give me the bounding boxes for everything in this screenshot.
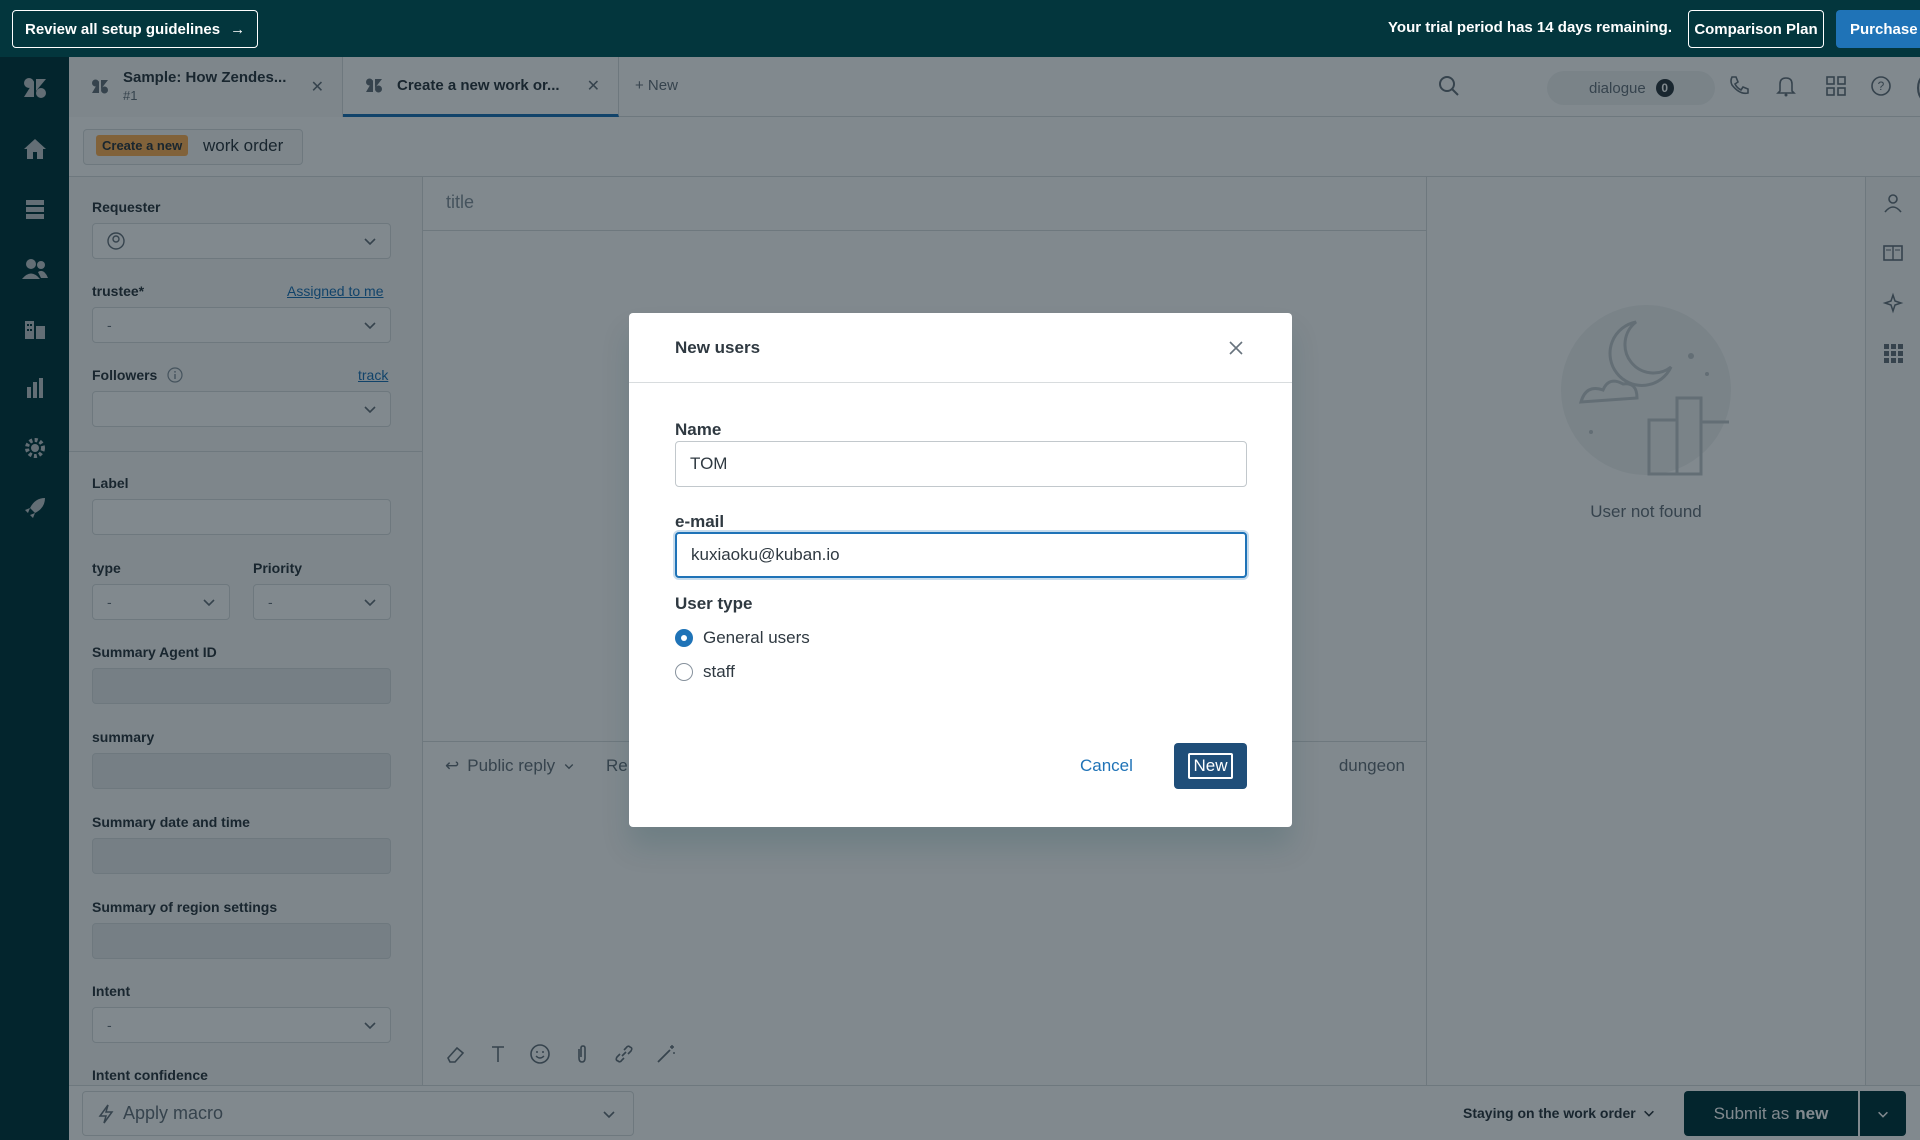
purchase-button[interactable]: Purchase: [1836, 10, 1920, 48]
review-guidelines-button[interactable]: Review all setup guidelines →: [12, 10, 259, 48]
dialog-header: New users: [629, 313, 1292, 383]
comparison-plan-button[interactable]: Comparison Plan: [1688, 10, 1824, 48]
new-user-dialog: New users Name e-mail User type General …: [629, 313, 1292, 827]
trial-banner: Review all setup guidelines → Your trial…: [0, 0, 1920, 57]
radio-checked-icon[interactable]: [675, 629, 693, 647]
trial-remaining-text: Your trial period has 14 days remaining.: [1388, 19, 1672, 36]
create-user-button[interactable]: New: [1174, 743, 1247, 789]
email-label: e-mail: [675, 512, 725, 531]
user-type-label: User type: [675, 594, 753, 613]
close-icon[interactable]: [1225, 337, 1247, 359]
general-users-label: General users: [703, 628, 810, 647]
radio-general-users[interactable]: General users: [675, 628, 810, 648]
cancel-button[interactable]: Cancel: [1080, 756, 1133, 776]
staff-label: staff: [703, 662, 735, 681]
name-label: Name: [675, 420, 722, 439]
email-field[interactable]: [675, 532, 1247, 578]
create-user-label: New: [1188, 753, 1233, 779]
radio-unchecked-icon[interactable]: [675, 663, 693, 681]
arrow-right-icon: →: [230, 20, 246, 38]
review-guidelines-label: Review all setup guidelines: [25, 20, 221, 38]
radio-staff[interactable]: staff: [675, 662, 735, 682]
dialog-title: New users: [675, 338, 761, 357]
name-field[interactable]: [675, 441, 1247, 487]
